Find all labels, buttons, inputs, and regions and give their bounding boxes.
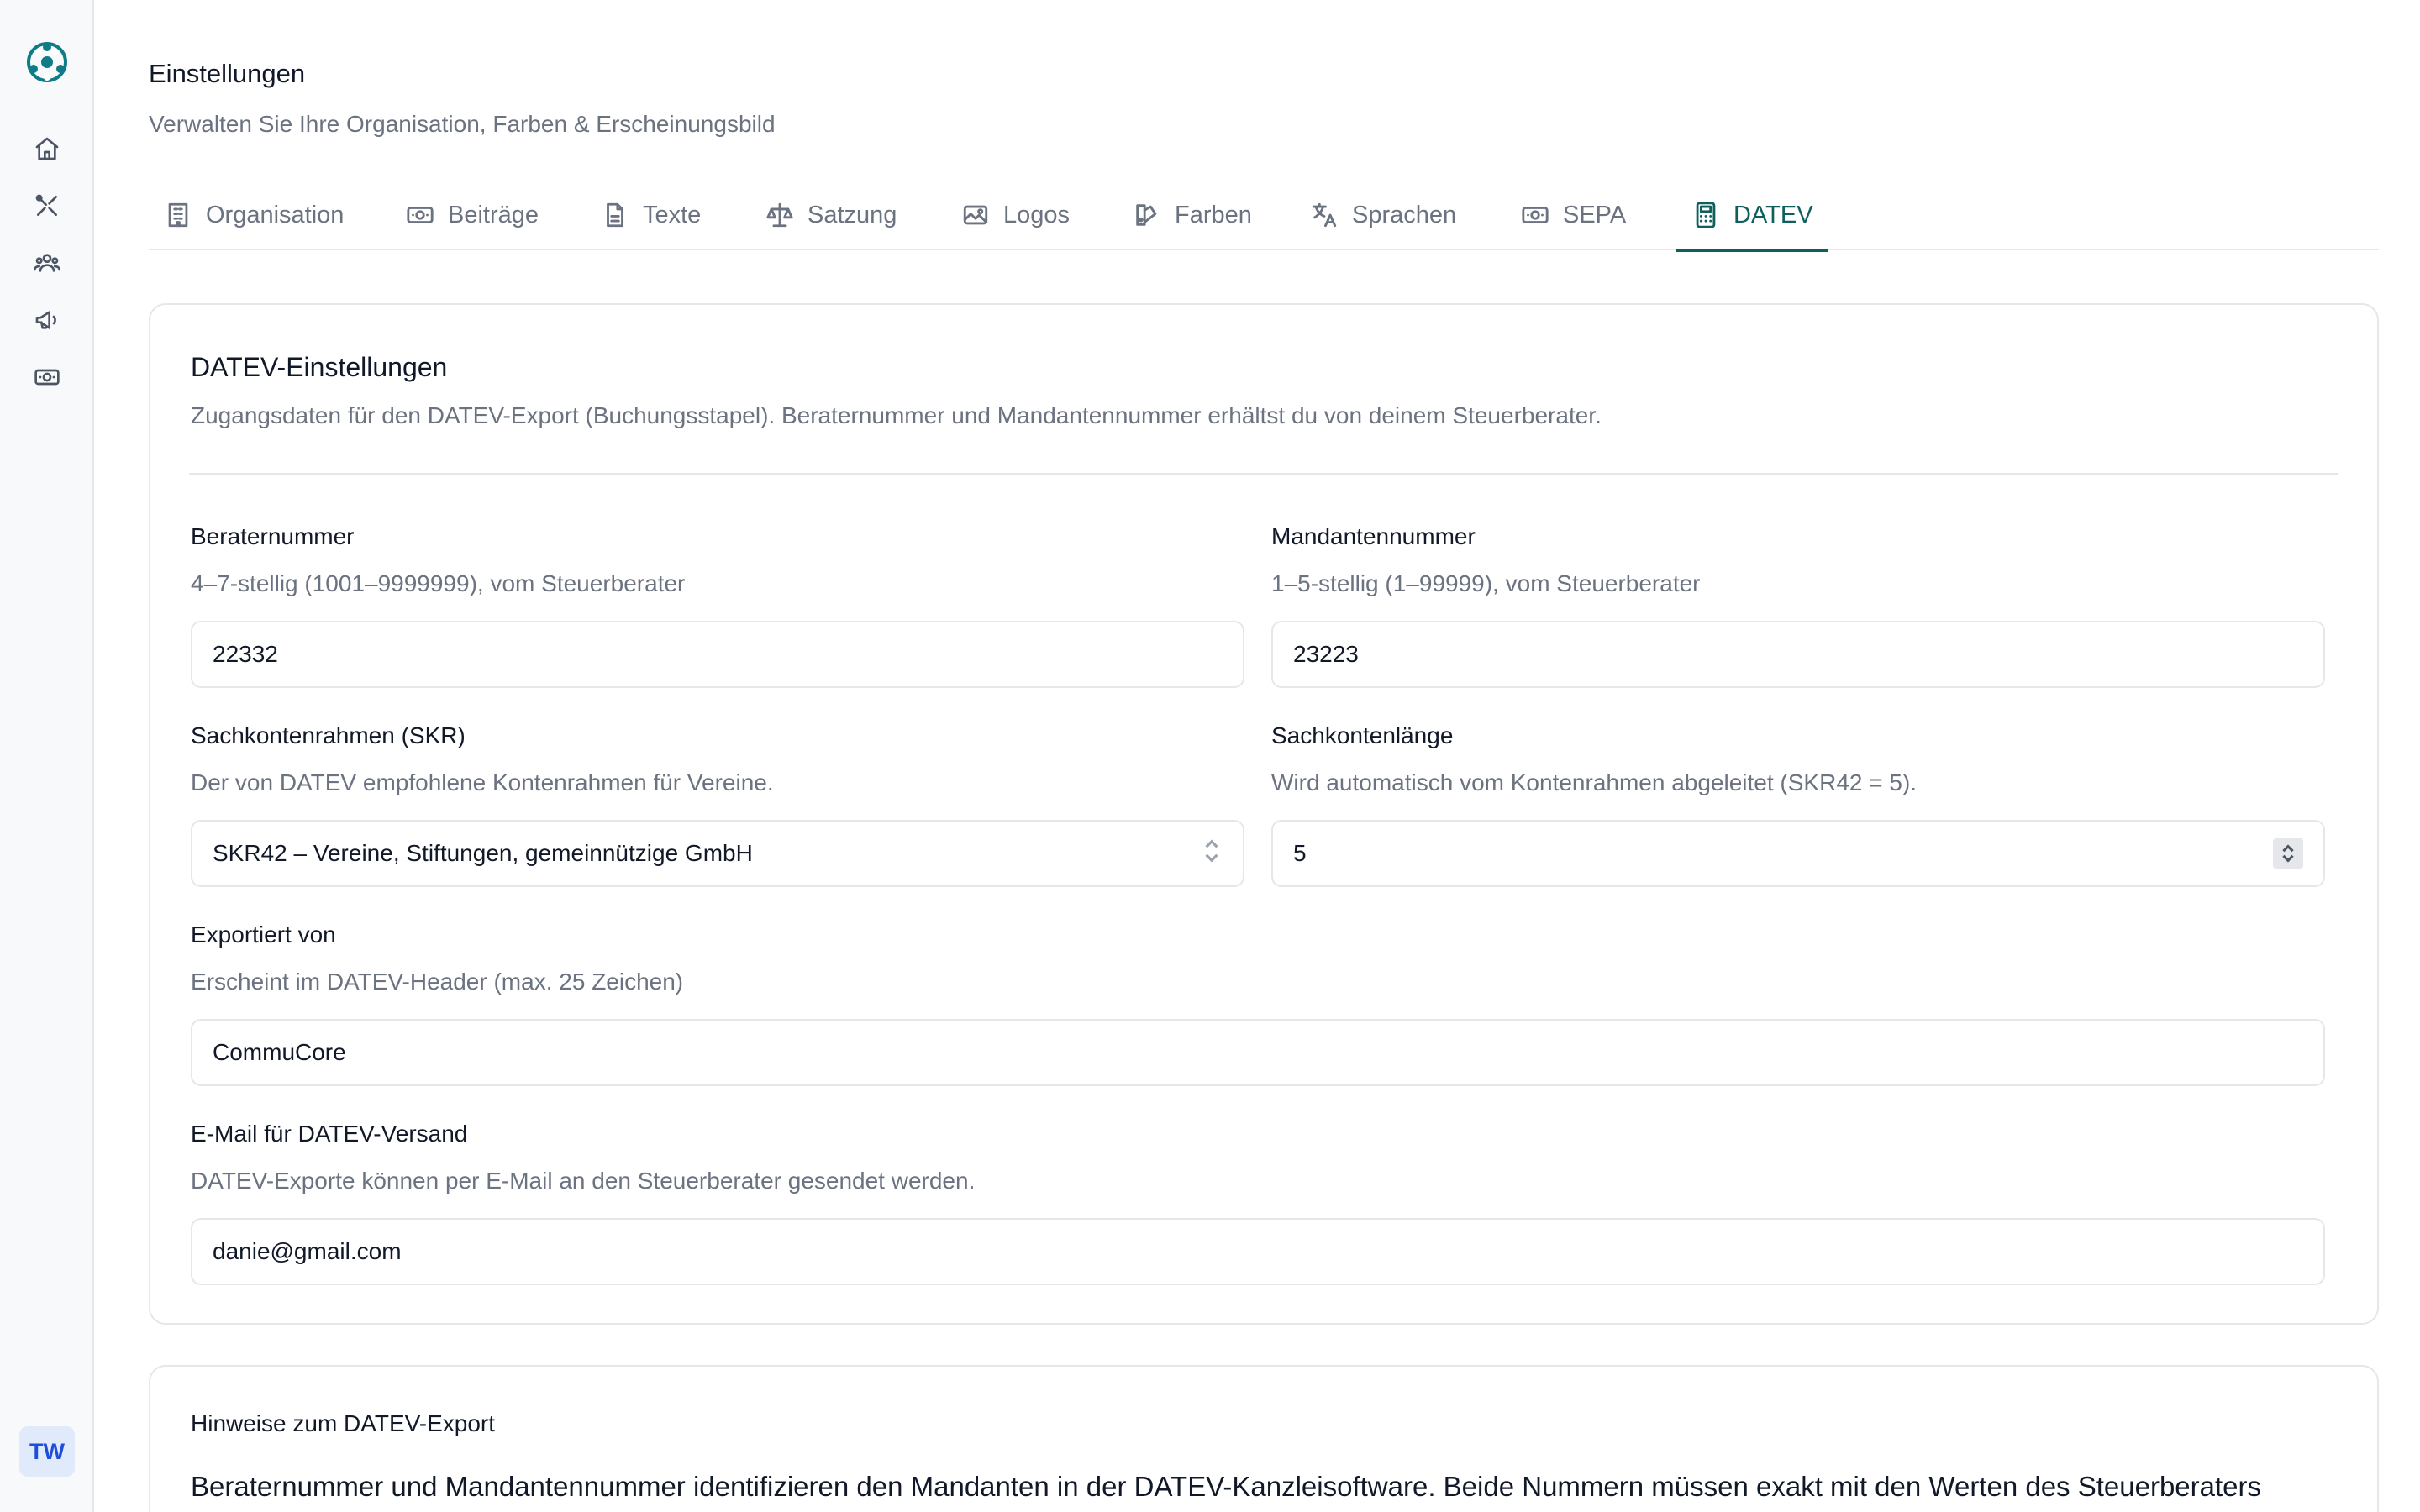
number-stepper-icon[interactable] xyxy=(2273,838,2303,869)
tab-logos[interactable]: Logos xyxy=(961,180,1070,250)
page-subtitle: Verwalten Sie Ihre Organisation, Farben … xyxy=(149,111,776,137)
email-label: E-Mail für DATEV-Versand xyxy=(191,1121,468,1147)
hints-text: Beraternummer und Mandantennummer identi… xyxy=(191,1471,2262,1502)
banknote-icon xyxy=(407,207,434,223)
tab-label: Farben xyxy=(1175,201,1252,228)
settings-tabs: Organisation Beiträge Texte Satzung Logo… xyxy=(149,180,2379,252)
tab-label: Satzung xyxy=(808,201,897,228)
exportiert-help: Erscheint im DATEV-Header (max. 25 Zeich… xyxy=(191,969,684,995)
skr-label: Sachkontenrahmen (SKR) xyxy=(191,722,466,748)
mandant-label: Mandantennummer xyxy=(1271,523,1476,549)
banknote-icon xyxy=(1522,207,1549,223)
translate-icon xyxy=(1312,202,1337,228)
app-logo-icon[interactable] xyxy=(25,40,69,84)
berater-label: Beraternummer xyxy=(191,523,355,549)
laenge-help: Wird automatisch vom Kontenrahmen abgele… xyxy=(1271,769,1918,795)
page-title: Einstellungen xyxy=(149,59,306,88)
mandant-value: 23223 xyxy=(1293,641,1359,667)
exportiert-value: CommuCore xyxy=(213,1039,346,1065)
exportiert-label: Exportiert von xyxy=(191,921,336,948)
tab-label: Sprachen xyxy=(1352,201,1457,228)
sidebar: TW xyxy=(0,0,94,1512)
skr-select[interactable]: SKR42 – Vereine, Stiftungen, gemeinnützi… xyxy=(191,820,1244,887)
divider xyxy=(189,473,2338,475)
chevron-up-down-icon xyxy=(1201,837,1223,870)
mandant-input[interactable]: 23223 xyxy=(1271,621,2325,688)
money-icon[interactable] xyxy=(30,360,64,394)
user-avatar[interactable]: TW xyxy=(19,1426,75,1477)
email-help: DATEV-Exporte können per E-Mail an den S… xyxy=(191,1168,976,1194)
berater-value: 22332 xyxy=(213,641,278,667)
tab-label: Organisation xyxy=(206,201,345,228)
berater-help: 4–7-stellig (1001–9999999), vom Steuerbe… xyxy=(191,570,686,596)
tab-farben[interactable]: Farben xyxy=(1133,180,1252,250)
tab-texte[interactable]: Texte xyxy=(601,180,701,250)
tab-sepa[interactable]: SEPA xyxy=(1521,180,1626,250)
megaphone-icon[interactable] xyxy=(30,303,64,337)
tab-label: Logos xyxy=(1003,201,1071,228)
tab-satzung[interactable]: Satzung xyxy=(765,180,897,250)
tab-datev[interactable]: DATEV xyxy=(1676,180,1828,252)
tab-label: DATEV xyxy=(1733,201,1813,228)
tab-sprachen[interactable]: Sprachen xyxy=(1310,180,1456,250)
image-icon xyxy=(963,205,988,225)
email-input[interactable]: danie@gmail.com xyxy=(191,1218,2325,1285)
datev-hints-card: Hinweise zum DATEV-Export Beraternummer … xyxy=(149,1365,2379,1512)
calculator-icon xyxy=(1696,202,1716,228)
hints-title: Hinweise zum DATEV-Export xyxy=(191,1410,496,1436)
laenge-label: Sachkontenlänge xyxy=(1271,722,1454,748)
skr-value: SKR42 – Vereine, Stiftungen, gemeinnützi… xyxy=(213,840,753,866)
document-icon xyxy=(607,202,623,228)
email-value: danie@gmail.com xyxy=(213,1238,402,1264)
exportiert-input[interactable]: CommuCore xyxy=(191,1019,2325,1086)
tab-label: Beiträge xyxy=(448,201,539,228)
home-icon[interactable] xyxy=(30,132,64,165)
datev-settings-card: DATEV-Einstellungen Zugangsdaten für den… xyxy=(149,303,2379,1325)
scale-icon xyxy=(766,202,793,228)
tools-icon[interactable] xyxy=(30,189,64,223)
tab-label: SEPA xyxy=(1563,201,1627,228)
tab-label: Texte xyxy=(643,201,702,228)
skr-help: Der von DATEV empfohlene Kontenrahmen fü… xyxy=(191,769,774,795)
laenge-number-input[interactable]: 5 xyxy=(1271,820,2325,887)
card-title: DATEV-Einstellungen xyxy=(191,352,448,382)
app-root: TW Einstellungen Verwalten Sie Ihre Orga… xyxy=(0,0,2420,1512)
members-icon[interactable] xyxy=(30,246,64,280)
tab-organisation[interactable]: Organisation xyxy=(164,180,344,250)
palette-icon xyxy=(1136,204,1157,226)
building-icon xyxy=(168,202,188,228)
tab-beitraege[interactable]: Beiträge xyxy=(406,180,539,250)
mandant-help: 1–5-stellig (1–99999), vom Steuerberater xyxy=(1271,570,1701,596)
berater-input[interactable]: 22332 xyxy=(191,621,1244,688)
card-description: Zugangsdaten für den DATEV-Export (Buchu… xyxy=(191,402,1602,428)
laenge-value: 5 xyxy=(1293,840,1307,866)
